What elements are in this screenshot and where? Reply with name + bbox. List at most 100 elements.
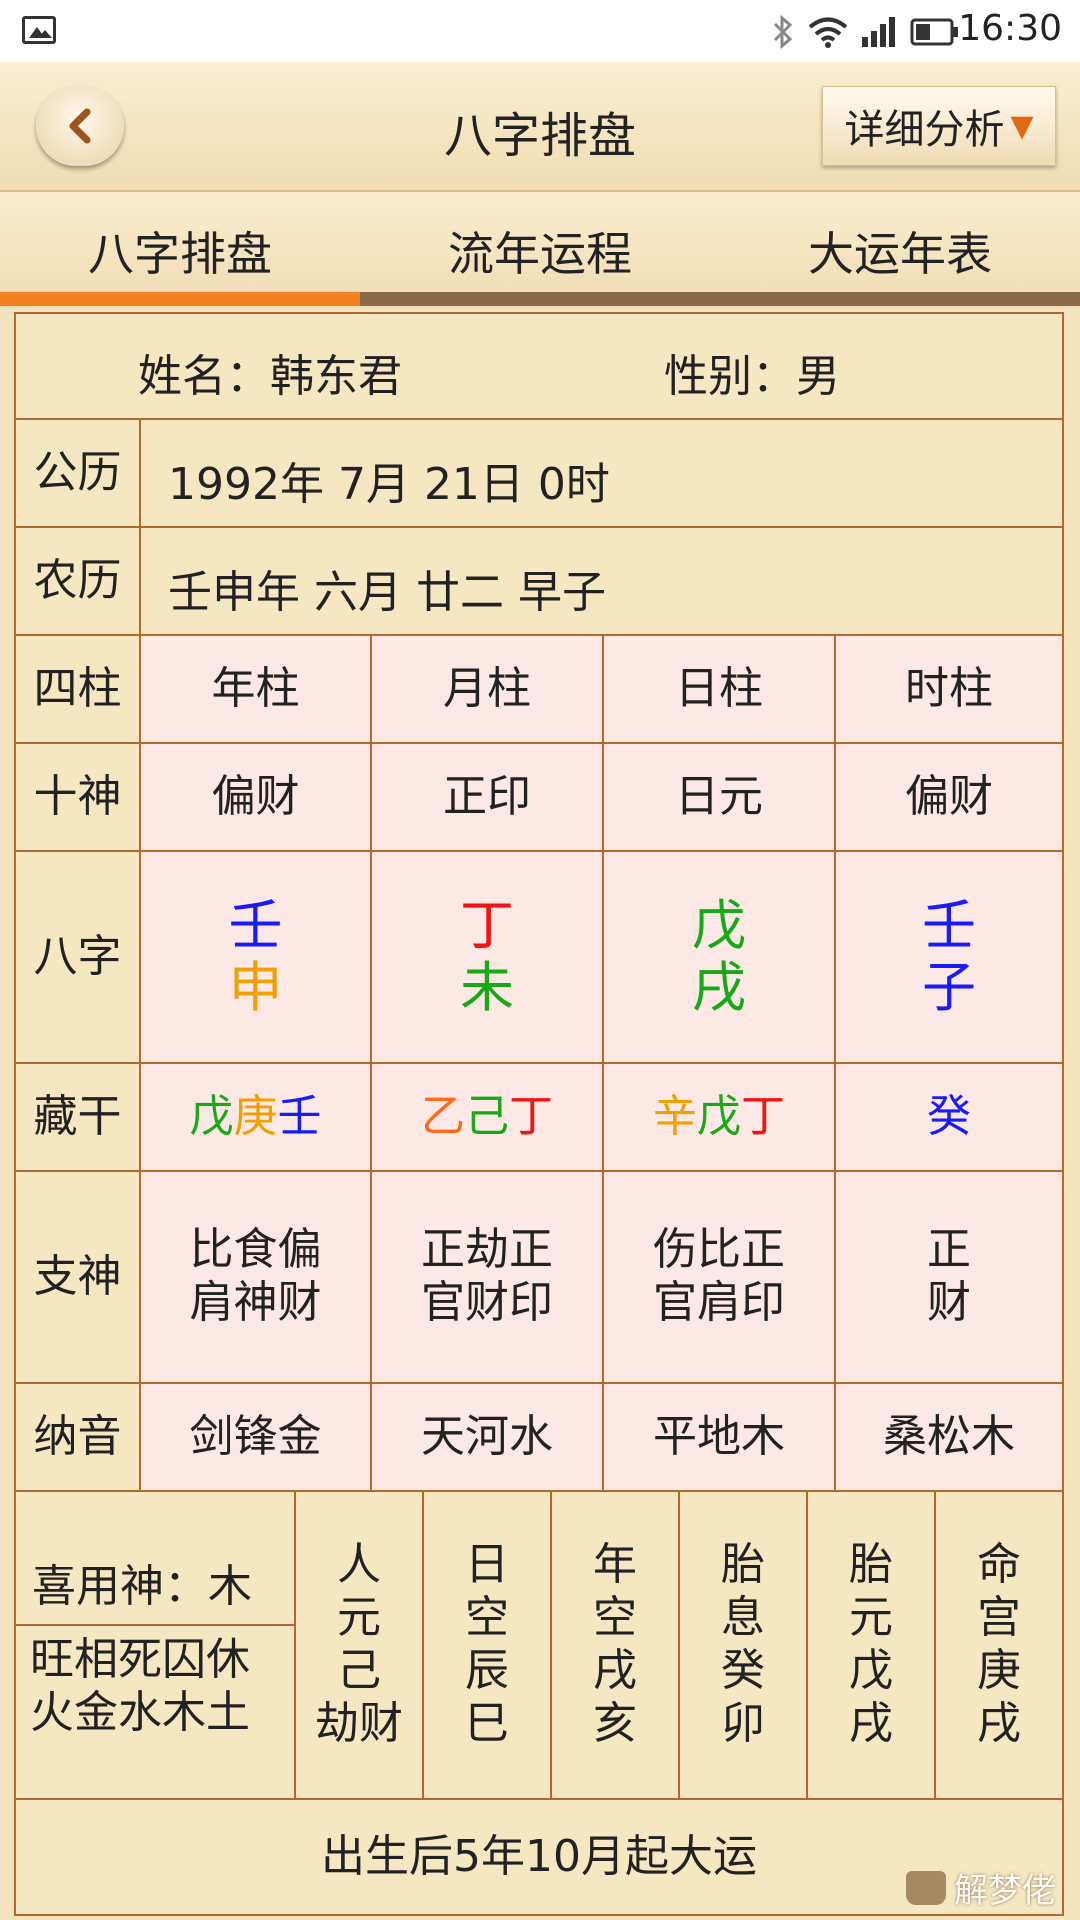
rikong-2: 空 bbox=[465, 1592, 509, 1644]
zhishen-label: 支神 bbox=[16, 1172, 141, 1384]
zhishen-hour-line2: 财 bbox=[927, 1277, 971, 1328]
zhishen-hour: 正 财 bbox=[836, 1172, 1062, 1384]
watermark-text: 解梦佬 bbox=[954, 1871, 1056, 1911]
taiyuan-3: 戊 bbox=[849, 1645, 893, 1696]
xiyong-text: 喜用神：木 bbox=[16, 1492, 294, 1626]
pillar-year: 年柱 bbox=[141, 636, 372, 744]
tab-liunian[interactable]: 流年运程 bbox=[360, 218, 720, 284]
minggong-4: 戌 bbox=[977, 1697, 1021, 1749]
canggan-year: 戊庚壬 bbox=[141, 1064, 372, 1172]
zhishen-day-line2: 官肩印 bbox=[653, 1277, 785, 1328]
wifi-icon bbox=[808, 17, 848, 48]
rikong-3: 辰 bbox=[465, 1645, 509, 1696]
canggan-month: 乙己丁 bbox=[372, 1064, 604, 1172]
app-header: 八字排盘 详细分析 ▼ bbox=[0, 62, 1080, 192]
canggan-hour-1: 癸 bbox=[927, 1090, 971, 1142]
nayin-day: 平地木 bbox=[604, 1384, 836, 1492]
minggong-3: 庚 bbox=[977, 1645, 1021, 1696]
shishen-year: 偏财 bbox=[141, 744, 372, 852]
taiyuan-2: 元 bbox=[849, 1592, 893, 1644]
dropdown-arrow-icon: ▼ bbox=[1010, 108, 1034, 144]
canggan-month-2: 己 bbox=[465, 1090, 509, 1142]
zhishen-month-line1: 正劫正 bbox=[421, 1224, 553, 1276]
zhishen-year: 比食偏 肩神财 bbox=[141, 1172, 372, 1384]
taiyuan-1: 胎 bbox=[849, 1539, 893, 1591]
bazi-year-stem: 壬 bbox=[228, 893, 283, 957]
status-bar: 16:30 bbox=[0, 0, 1080, 62]
shishen-month: 正印 bbox=[372, 744, 604, 852]
pillars-label: 四柱 bbox=[16, 636, 141, 744]
rikong-4: 巳 bbox=[465, 1697, 509, 1749]
bazi-hour-branch: 子 bbox=[922, 956, 976, 1019]
taiyuan-4: 戌 bbox=[849, 1697, 893, 1749]
rikong-column: 日 空 辰 巳 bbox=[424, 1492, 552, 1800]
shishen-label: 十神 bbox=[16, 744, 141, 852]
detail-analysis-button[interactable]: 详细分析 ▼ bbox=[822, 86, 1056, 166]
canggan-month-1: 乙 bbox=[421, 1090, 465, 1142]
minggong-1: 命 bbox=[977, 1539, 1021, 1591]
tab-bazi[interactable]: 八字排盘 bbox=[0, 218, 360, 284]
canggan-year-3: 壬 bbox=[277, 1090, 322, 1142]
pillar-day: 日柱 bbox=[604, 636, 836, 744]
tab-indicator-track bbox=[0, 292, 1080, 306]
wangxiang-line2: 火金水木土 bbox=[30, 1686, 250, 1738]
status-icons bbox=[772, 12, 960, 52]
zhishen-day-line1: 伤比正 bbox=[653, 1224, 785, 1276]
status-time: 16:30 bbox=[958, 8, 1062, 49]
gender-text: 性别：男 bbox=[664, 351, 840, 402]
zhishen-year-line2: 肩神财 bbox=[189, 1277, 322, 1328]
bazi-label: 八字 bbox=[16, 852, 141, 1064]
canggan-day-1: 辛 bbox=[653, 1090, 697, 1142]
shishen-day: 日元 bbox=[604, 744, 836, 852]
nayin-month: 天河水 bbox=[372, 1384, 604, 1492]
niankong-4: 亥 bbox=[593, 1697, 637, 1749]
renyuan-2: 元 bbox=[337, 1592, 381, 1644]
solar-label: 公历 bbox=[16, 420, 141, 528]
solar-value: 1992年 7月 21日 0时 bbox=[168, 459, 610, 510]
lunar-label: 农历 bbox=[16, 528, 141, 636]
wangxiang-line1: 旺相死囚休 bbox=[30, 1634, 250, 1685]
canggan-day-3: 丁 bbox=[741, 1090, 785, 1142]
zhishen-hour-line1: 正 bbox=[927, 1224, 971, 1276]
minggong-column: 命 宫 庚 戌 bbox=[936, 1492, 1062, 1800]
taixi-4: 卯 bbox=[721, 1697, 765, 1749]
niankong-column: 年 空 戌 亥 bbox=[552, 1492, 680, 1800]
bazi-month: 丁 未 bbox=[372, 852, 604, 1064]
signal-icon bbox=[862, 17, 895, 47]
canggan-label: 藏干 bbox=[16, 1064, 141, 1172]
bazi-hour: 壬 子 bbox=[836, 852, 1062, 1064]
watermark: 解梦佬 bbox=[906, 1863, 1056, 1912]
zhishen-day: 伤比正 官肩印 bbox=[604, 1172, 836, 1384]
bazi-year-branch: 申 bbox=[228, 956, 283, 1019]
niankong-1: 年 bbox=[593, 1539, 637, 1591]
canggan-year-2: 庚 bbox=[233, 1090, 278, 1142]
watermark-logo-icon bbox=[906, 1870, 946, 1905]
detail-analysis-label: 详细分析 bbox=[844, 107, 1005, 153]
niankong-3: 戌 bbox=[593, 1645, 637, 1696]
canggan-year-1: 戊 bbox=[189, 1090, 234, 1142]
zhishen-month-line2: 官财印 bbox=[421, 1277, 553, 1328]
tab-dayun[interactable]: 大运年表 bbox=[720, 218, 1080, 284]
bazi-day-stem: 戊 bbox=[692, 893, 746, 957]
renyuan-4: 劫财 bbox=[315, 1697, 403, 1749]
taixi-1: 胎 bbox=[721, 1539, 765, 1591]
bazi-month-branch: 未 bbox=[460, 956, 514, 1019]
rikong-1: 日 bbox=[465, 1539, 509, 1591]
wangxiang-block: 旺相死囚休 火金水木土 bbox=[16, 1626, 294, 1800]
pillar-hour: 时柱 bbox=[836, 636, 1062, 744]
canggan-month-3: 丁 bbox=[509, 1090, 553, 1142]
taixi-2: 息 bbox=[721, 1592, 765, 1644]
renyuan-1: 人 bbox=[337, 1539, 381, 1591]
niankong-2: 空 bbox=[593, 1592, 637, 1644]
minggong-2: 宫 bbox=[977, 1592, 1021, 1644]
zhishen-year-line1: 比食偏 bbox=[189, 1224, 322, 1276]
name-text: 姓名：韩东君 bbox=[138, 351, 402, 402]
tab-active-indicator bbox=[0, 292, 360, 306]
taiyuan-column: 胎 元 戊 戌 bbox=[808, 1492, 936, 1800]
pillar-month: 月柱 bbox=[372, 636, 604, 744]
taixi-3: 癸 bbox=[721, 1645, 765, 1696]
bazi-hour-stem: 壬 bbox=[922, 893, 976, 957]
bazi-board: 姓名：韩东君 性别：男 公历 1992年 7月 21日 0时 农历 壬申年 六月… bbox=[14, 312, 1064, 1916]
bazi-day: 戊 戌 bbox=[604, 852, 836, 1064]
renyuan-3: 己 bbox=[337, 1645, 381, 1696]
